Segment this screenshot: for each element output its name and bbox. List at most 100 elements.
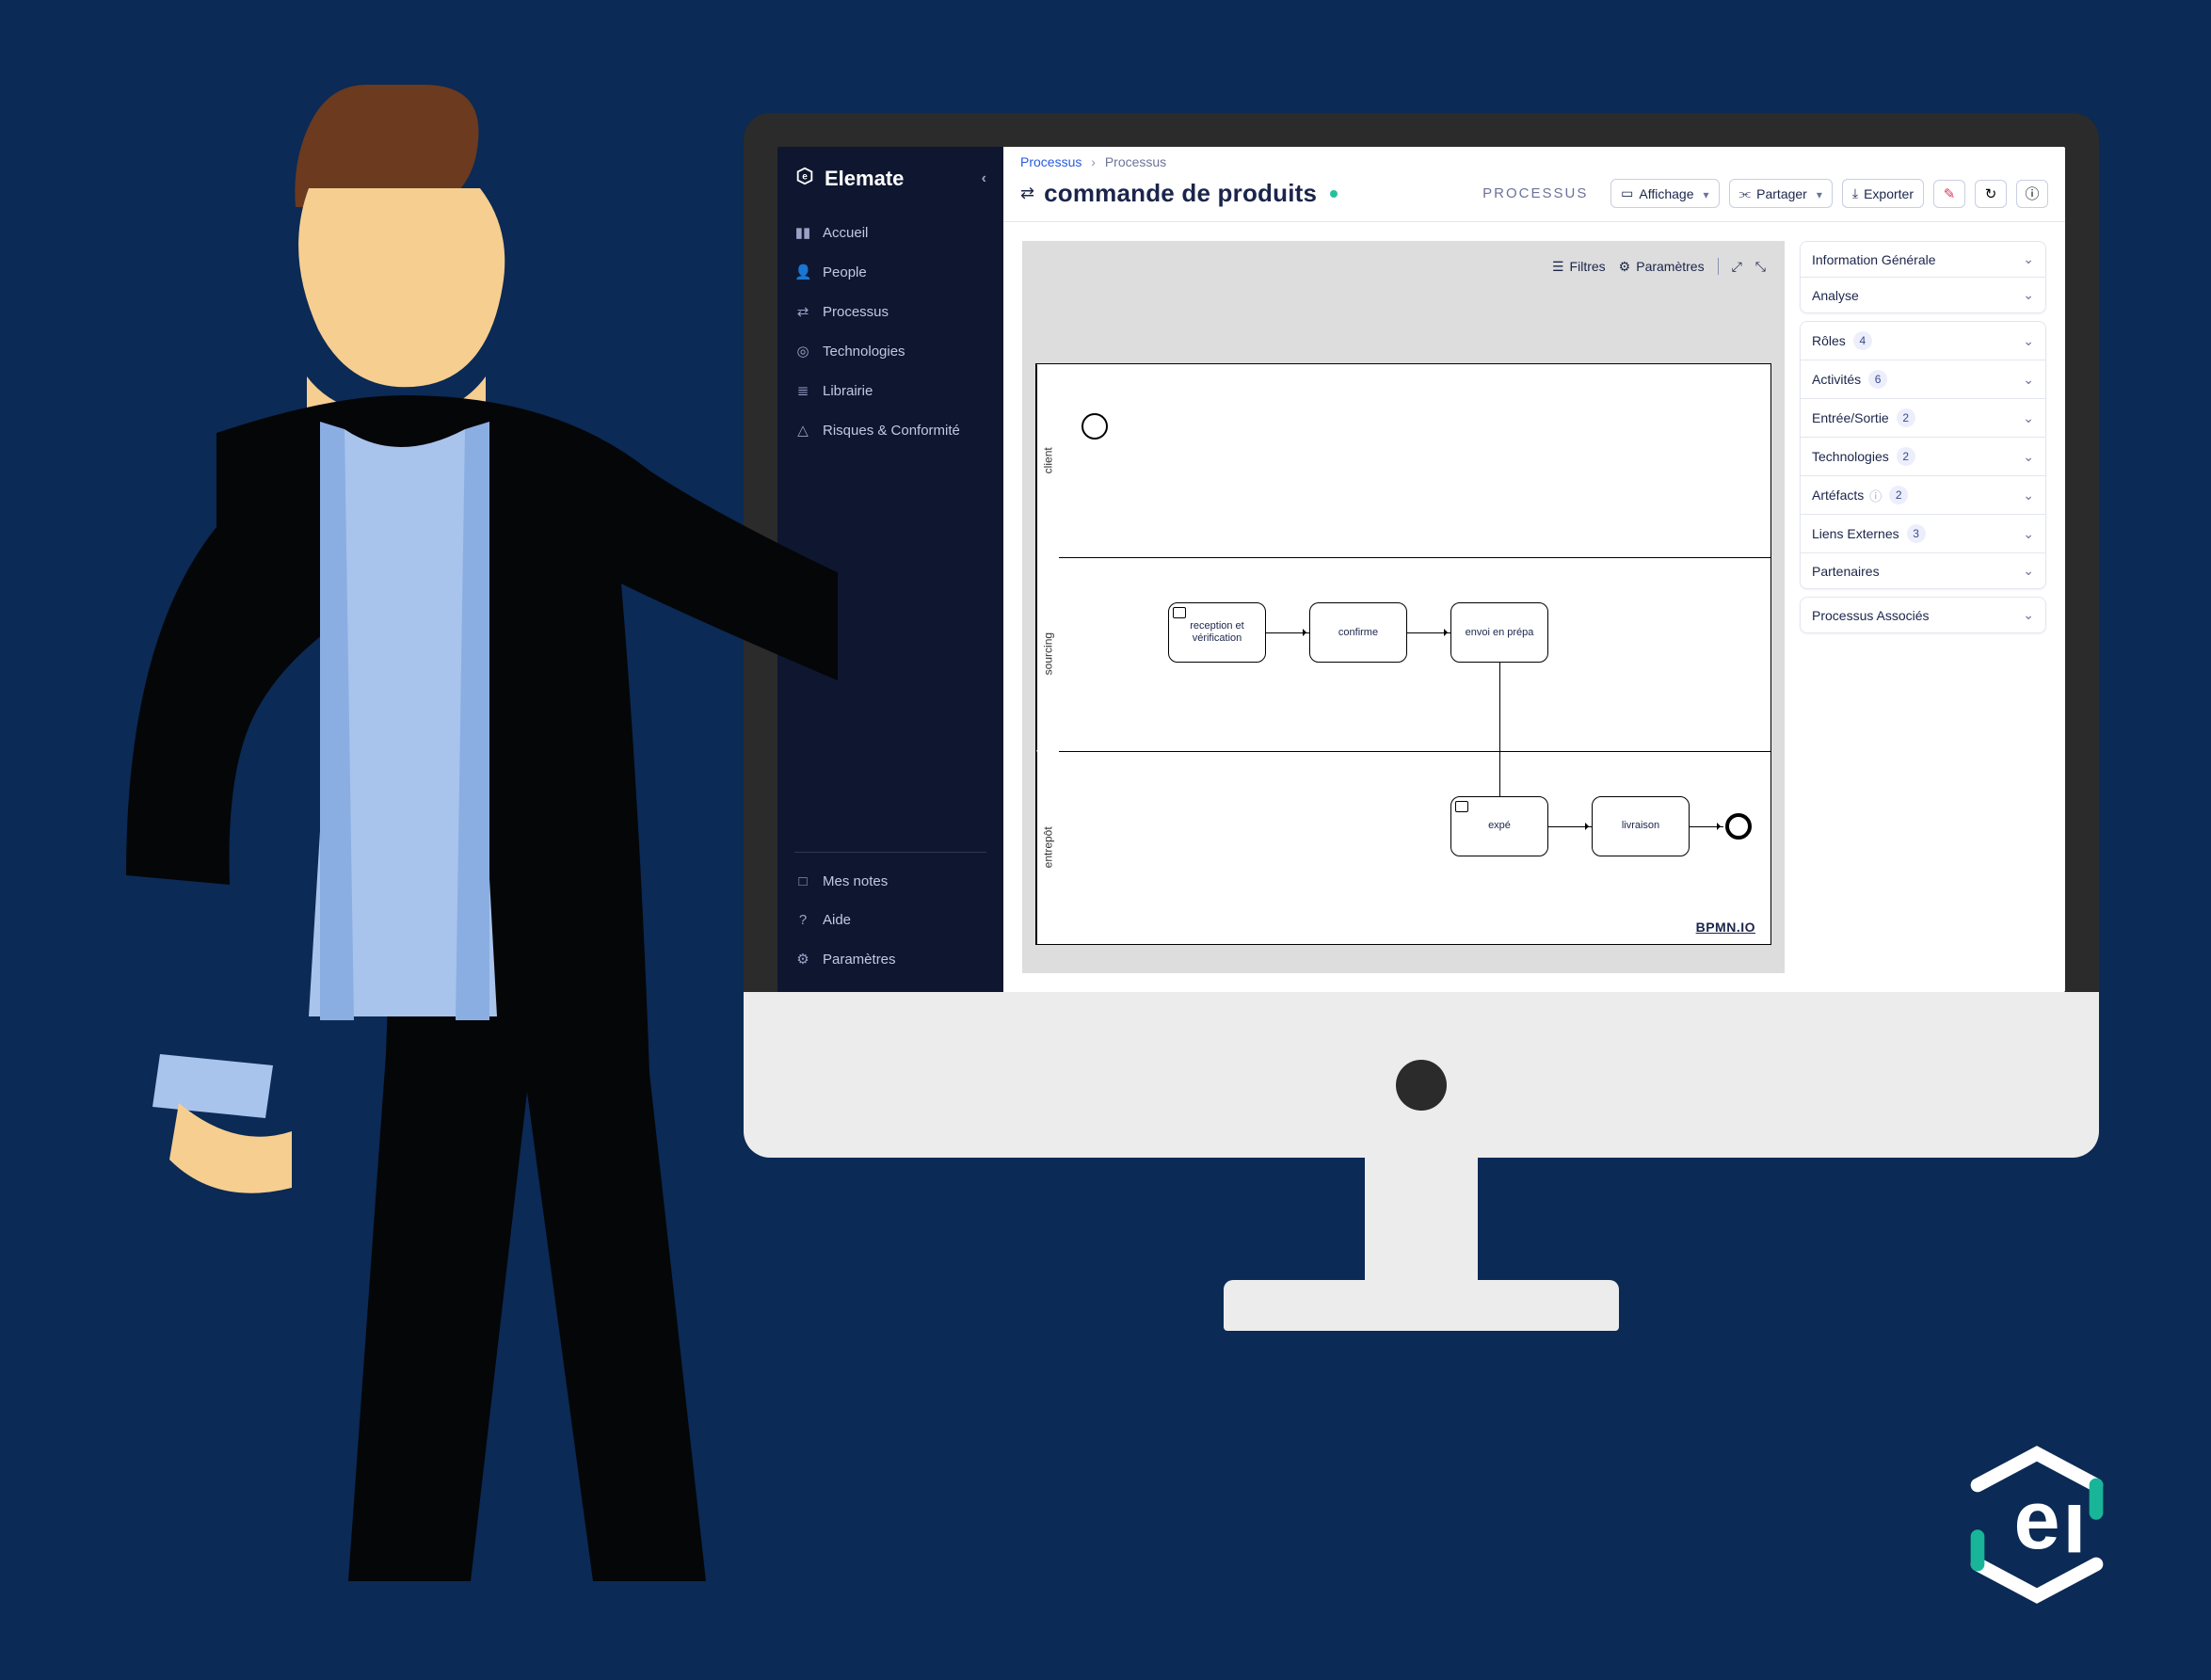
company-logo-icon: e	[1938, 1426, 2136, 1624]
chevron-down-icon: ⌄	[2023, 563, 2034, 579]
panel-section-entree-sortie[interactable]: Entrée/Sortie 2 ⌄	[1801, 398, 2045, 437]
edit-button[interactable]: ✎	[1933, 180, 1965, 208]
button-label: Partager	[1756, 186, 1807, 201]
type-badge: PROCESSUS	[1482, 185, 1588, 201]
panel-section-technologies[interactable]: Technologies 2 ⌄	[1801, 437, 2045, 475]
brand: e Elemate ‹	[777, 160, 1003, 213]
svg-text:e: e	[2013, 1473, 2059, 1566]
breadcrumb-separator: ›	[1091, 154, 1096, 169]
title-bar: ⇄ commande de produits PROCESSUS ▭ Affic…	[1003, 177, 2065, 222]
section-label: Rôles	[1812, 333, 1846, 348]
lane-separator	[1059, 557, 1770, 558]
chevron-down-icon: ⌄	[2023, 333, 2034, 349]
sidebar-item-risques[interactable]: △ Risques & Conformité	[777, 410, 1003, 450]
sidebar-collapse-icon[interactable]: ‹	[982, 170, 986, 187]
section-label: Entrée/Sortie	[1812, 410, 1889, 425]
diagram-canvas[interactable]: ☰ Filtres ⚙ Paramètres ⤢ ⤡	[1022, 241, 1785, 973]
sidebar-item-aide[interactable]: ? Aide	[777, 901, 1003, 939]
flow-icon: ⇄	[794, 303, 811, 320]
panel-section-activites[interactable]: Activités 6 ⌄	[1801, 360, 2045, 398]
workspace: ☰ Filtres ⚙ Paramètres ⤢ ⤡	[1003, 222, 2065, 992]
section-label: Liens Externes	[1812, 526, 1899, 541]
sidebar-item-label: Mes notes	[823, 873, 888, 889]
edit-icon: ✎	[1944, 185, 1956, 202]
display-button[interactable]: ▭ Affichage	[1610, 179, 1719, 208]
section-label: Partenaires	[1812, 564, 1880, 579]
button-label: Affichage	[1639, 186, 1693, 201]
panel-section-partenaires[interactable]: Partenaires ⌄	[1801, 552, 2045, 588]
monitor: e Elemate ‹ ▮▮ Accueil 👤 People ⇄ Proces…	[744, 113, 2099, 1289]
export-button[interactable]: ⤓ Exporter	[1842, 179, 1924, 208]
sidebar-item-label: People	[823, 264, 867, 280]
sidebar-item-label: Librairie	[823, 383, 873, 399]
sidebar-item-accueil[interactable]: ▮▮ Accueil	[777, 213, 1003, 252]
sidebar-item-librairie[interactable]: ≣ Librairie	[777, 371, 1003, 410]
right-panel: Information Générale ⌄ Analyse ⌄ Rôles	[1800, 241, 2046, 973]
bpmn-activity[interactable]: confirme	[1309, 602, 1407, 663]
share-button[interactable]: ⫘ Partager	[1729, 179, 1833, 208]
brand-name: Elemate	[825, 167, 904, 191]
count-badge: 6	[1868, 370, 1887, 389]
bpmn-sequence-flow	[1690, 826, 1723, 827]
section-label: Information Générale	[1812, 252, 1936, 267]
bpmn-activity[interactable]: expé	[1450, 796, 1548, 856]
presenter-illustration	[122, 75, 838, 1675]
breadcrumb-root[interactable]: Processus	[1020, 154, 1081, 169]
chevron-down-icon: ⌄	[2023, 251, 2034, 267]
gear-icon: ⚙	[794, 951, 811, 968]
panel-section-roles[interactable]: Rôles 4 ⌄	[1801, 322, 2045, 360]
sidebar-item-people[interactable]: 👤 People	[777, 252, 1003, 292]
page-title: commande de produits	[1044, 179, 1317, 208]
button-label: Filtres	[1570, 259, 1606, 274]
sidebar-item-label: Accueil	[823, 225, 868, 241]
panel-section-artefacts[interactable]: Artéfacts ⓘ 2 ⌄	[1801, 475, 2045, 514]
lane-separator	[1059, 751, 1770, 752]
panel-section-info-generale[interactable]: Information Générale ⌄	[1801, 242, 2045, 277]
bpmn-activity[interactable]: envoi en prépa	[1450, 602, 1548, 663]
count-badge: 3	[1907, 524, 1926, 543]
chevron-down-icon	[1813, 186, 1822, 201]
filter-icon: ☰	[1552, 259, 1564, 275]
users-icon: 👤	[794, 264, 811, 280]
subprocess-icon	[1455, 801, 1468, 812]
sidebar-item-parametres[interactable]: ⚙ Paramètres	[777, 939, 1003, 979]
sidebar-item-processus[interactable]: ⇄ Processus	[777, 292, 1003, 331]
info-icon: ⓘ	[2025, 184, 2039, 203]
bpmn-activity[interactable]: reception et vérification	[1168, 602, 1266, 663]
chevron-down-icon: ⌄	[2023, 488, 2034, 504]
brand-logo-icon: e	[794, 166, 815, 192]
bpmn-start-event[interactable]	[1081, 413, 1108, 440]
subprocess-icon	[1173, 607, 1186, 618]
chevron-down-icon	[1700, 186, 1709, 201]
count-badge: 2	[1889, 486, 1908, 504]
export-icon: ⤓	[1852, 185, 1858, 201]
count-badge: 2	[1897, 408, 1915, 427]
activity-label: confirme	[1338, 627, 1378, 639]
panel-section-analyse[interactable]: Analyse ⌄	[1801, 277, 2045, 312]
history-button[interactable]: ↻	[1975, 180, 2007, 208]
sidebar-item-notes[interactable]: □ Mes notes	[777, 862, 1003, 901]
count-badge: 4	[1853, 331, 1872, 350]
book-icon: ≣	[794, 382, 811, 399]
lane-label: sourcing	[1036, 557, 1059, 750]
chip-icon: ◎	[794, 343, 811, 360]
breadcrumb-current: Processus	[1105, 154, 1166, 169]
panel-section-liens-externes[interactable]: Liens Externes 3 ⌄	[1801, 514, 2045, 552]
chevron-down-icon: ⌄	[2023, 410, 2034, 426]
filters-button[interactable]: ☰ Filtres	[1552, 259, 1606, 275]
status-dot-icon	[1330, 190, 1338, 198]
bpmn-activity[interactable]: livraison	[1592, 796, 1690, 856]
panel-section-processus-associes[interactable]: Processus Associés ⌄	[1801, 598, 2045, 632]
chevron-down-icon: ⌄	[2023, 607, 2034, 623]
fit-button[interactable]: ⤢	[1732, 259, 1742, 275]
info-icon: ⓘ	[1869, 487, 1882, 504]
share-icon: ⫘	[1739, 185, 1752, 201]
sidebar-item-technologies[interactable]: ◎ Technologies	[777, 331, 1003, 371]
fit-icon: ⤢	[1732, 259, 1742, 275]
params-button[interactable]: ⚙ Paramètres	[1619, 259, 1705, 275]
info-button[interactable]: ⓘ	[2016, 180, 2048, 208]
fullscreen-button[interactable]: ⤡	[1755, 259, 1766, 275]
button-label: Exporter	[1864, 186, 1914, 201]
bpmn-end-event[interactable]	[1725, 813, 1752, 840]
panel-group-details: Rôles 4 ⌄ Activités 6 ⌄ Entrée/Sortie	[1800, 321, 2046, 589]
